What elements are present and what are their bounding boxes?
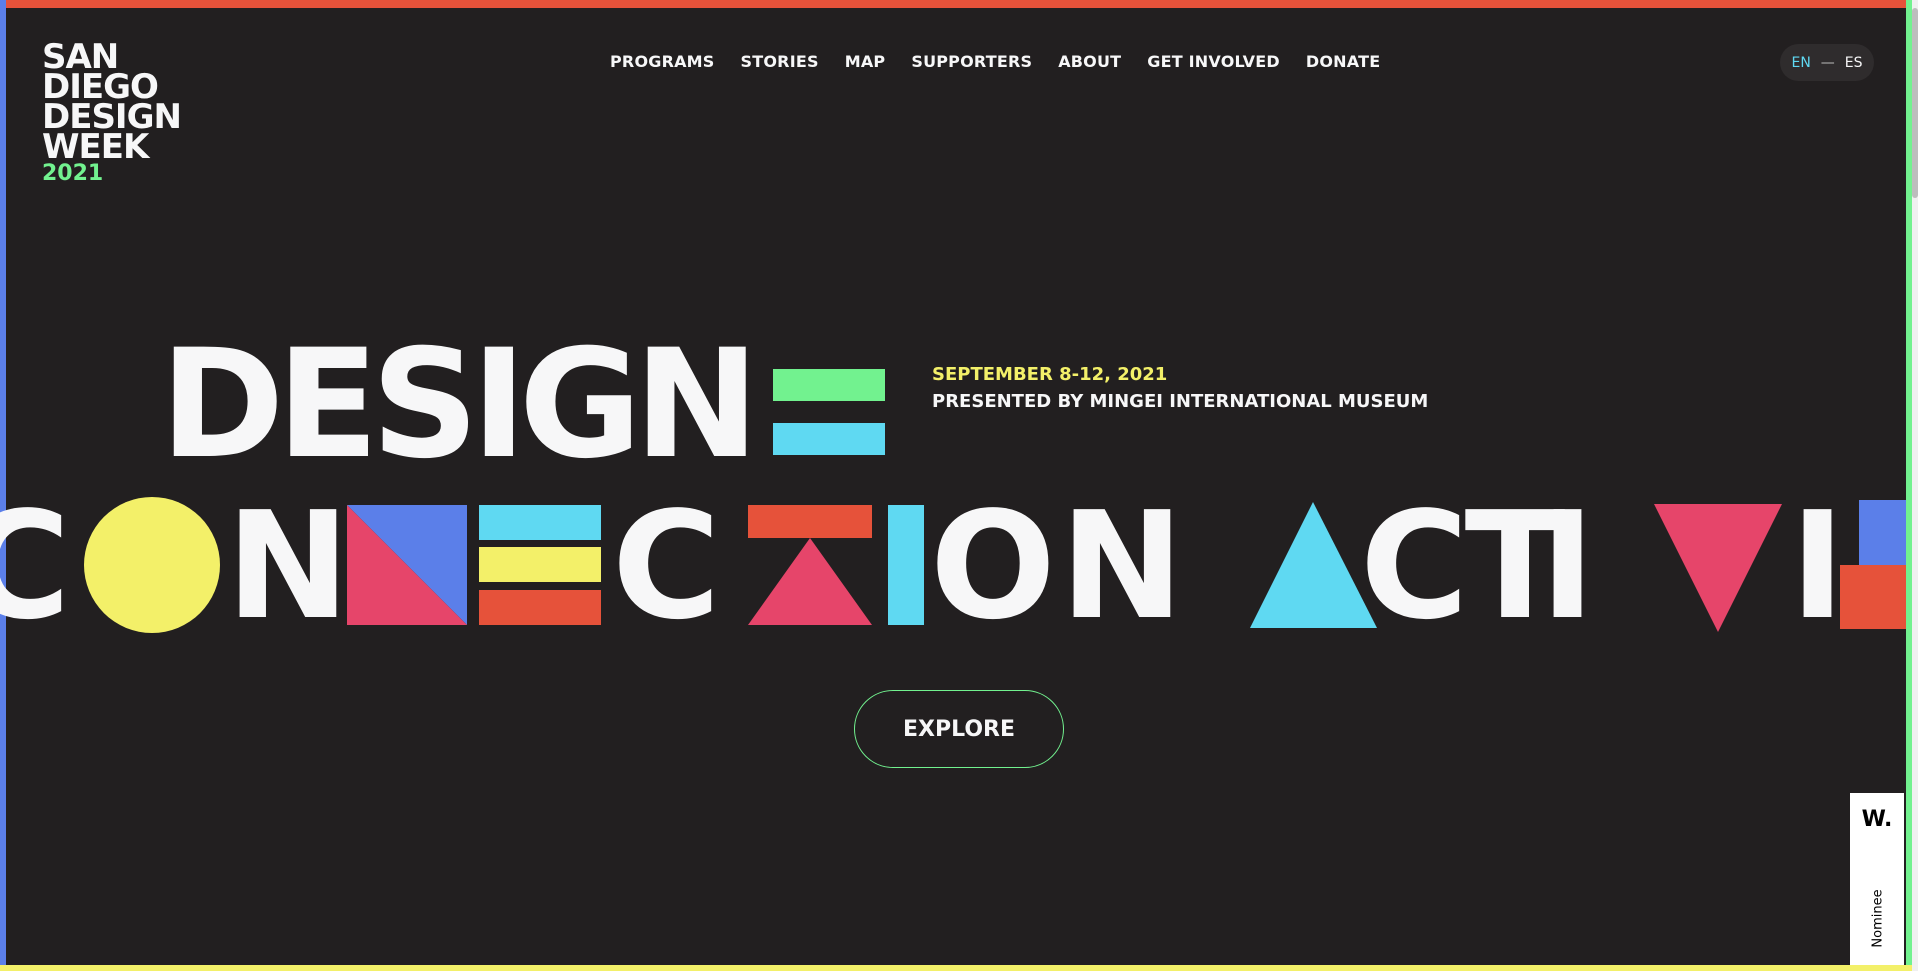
lang-es[interactable]: ES	[1845, 55, 1863, 71]
frame-bottom-border	[0, 965, 1918, 971]
nav-get-involved[interactable]: GET INVOLVED	[1147, 50, 1280, 74]
marquee-letter-c2: C	[612, 480, 721, 652]
nav-stories[interactable]: STORIES	[741, 50, 819, 74]
marquee-letter-o: O	[930, 480, 1056, 652]
explore-button[interactable]: EXPLORE	[854, 690, 1064, 768]
shape-triangle-t	[748, 538, 872, 625]
frame-top-border	[0, 0, 1918, 8]
shape-block-red	[1840, 565, 1906, 629]
shape-triangle-a	[1250, 502, 1377, 628]
equals-bar-top	[773, 369, 885, 401]
nav-programs[interactable]: PROGRAMS	[610, 50, 715, 74]
nav-about[interactable]: ABOUT	[1058, 50, 1121, 74]
lang-en[interactable]: EN	[1791, 55, 1810, 71]
event-presenter: PRESENTED BY MINGEI INTERNATIONAL MUSEUM	[932, 391, 1429, 412]
shape-t-bar-red	[748, 505, 872, 538]
shape-block-blue	[1859, 500, 1906, 565]
nav-supporters[interactable]: SUPPORTERS	[911, 50, 1032, 74]
awwwards-logo: W.	[1861, 807, 1893, 832]
lang-separator: —	[1820, 54, 1835, 71]
event-date: SEPTEMBER 8-12, 2021	[932, 364, 1168, 385]
marquee-letter-i2: I	[1790, 480, 1845, 652]
marquee-letter-n2: N	[1060, 480, 1184, 652]
shape-bar-red	[479, 590, 601, 625]
nav-donate[interactable]: DONATE	[1306, 50, 1380, 74]
equals-bar-bottom	[773, 423, 885, 455]
shape-triangle-v	[1654, 504, 1782, 632]
marquee-letter-i: I	[1540, 480, 1595, 652]
awwwards-nominee-badge[interactable]: W. Nominee	[1850, 793, 1904, 965]
shape-i-cyan	[888, 505, 924, 625]
nominee-label: Nominee	[1870, 889, 1886, 948]
marquee-letter-n1: N	[226, 480, 350, 652]
site-logo[interactable]: SAN DIEGO DESIGN WEEK 2021	[42, 40, 192, 192]
nav-map[interactable]: MAP	[845, 50, 886, 74]
marquee-letters-ct: CT	[1360, 480, 1566, 652]
shape-bar-cyan	[479, 505, 601, 540]
scrollbar-thumb[interactable]	[1912, 8, 1918, 198]
shape-circle-o	[84, 497, 220, 633]
hero-headline: DESIGN	[160, 318, 759, 492]
language-switcher: EN — ES	[1780, 44, 1874, 81]
shape-bar-yellow	[479, 547, 601, 582]
main-nav: PROGRAMS STORIES MAP SUPPORTERS ABOUT GE…	[610, 50, 1380, 74]
